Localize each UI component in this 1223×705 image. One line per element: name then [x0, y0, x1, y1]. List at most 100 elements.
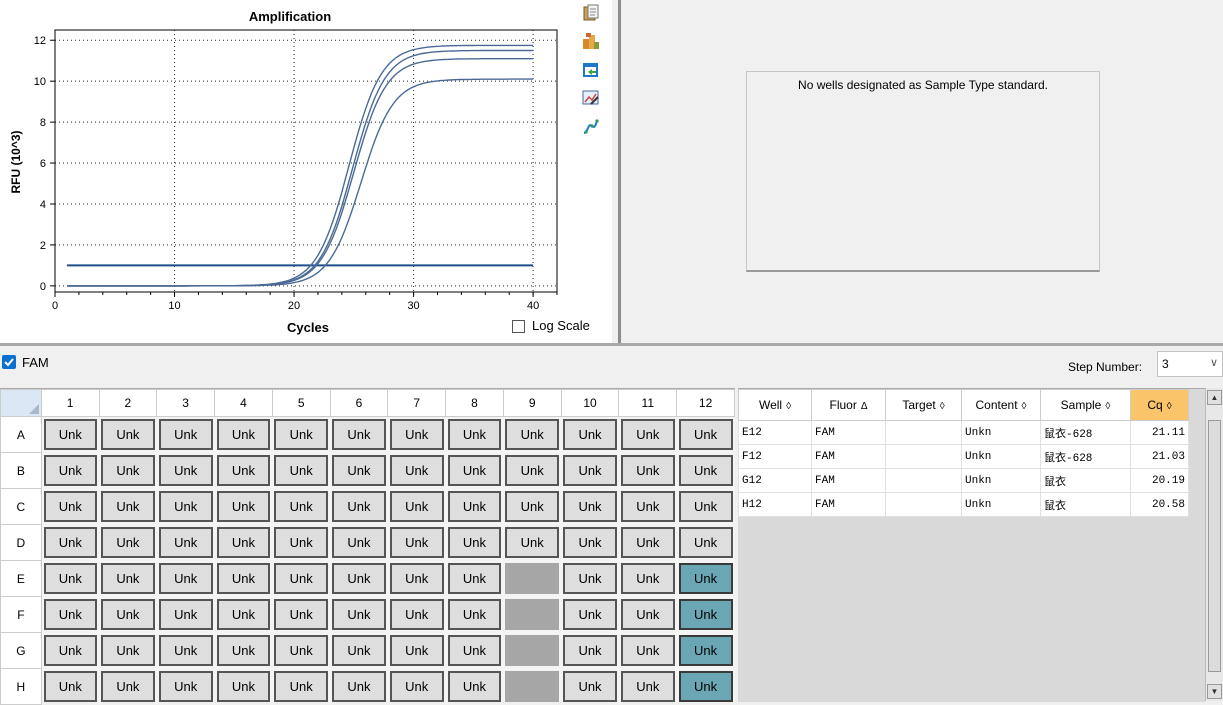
plate-column-header[interactable]: 11 — [618, 389, 678, 417]
plate-well[interactable]: Unk — [43, 599, 97, 630]
plate-well[interactable]: Unk — [332, 455, 386, 486]
plate-well[interactable]: Unk — [43, 635, 97, 666]
plate-well[interactable]: Unk — [332, 527, 386, 558]
plate-well[interactable]: Unk — [158, 527, 213, 558]
plate-well[interactable]: Unk — [101, 671, 155, 702]
plate-well[interactable]: Unk — [158, 563, 213, 594]
plate-well[interactable]: Unk — [389, 455, 444, 486]
plate-well[interactable]: Unk — [505, 491, 560, 522]
plate-well[interactable]: Unk — [332, 599, 386, 630]
plate-well[interactable]: Unk — [332, 671, 386, 702]
plate-well[interactable]: Unk — [447, 491, 502, 522]
empty-well[interactable] — [505, 599, 560, 630]
plate-well[interactable]: Unk — [216, 527, 271, 558]
plate-well[interactable]: Unk — [563, 455, 617, 486]
curve-fit-icon[interactable] — [582, 118, 600, 136]
plate-well[interactable]: Unk — [158, 599, 213, 630]
plate-well[interactable]: Unk — [101, 527, 155, 558]
plate-well[interactable]: Unk — [101, 491, 155, 522]
plate-row-header[interactable]: F — [0, 596, 42, 633]
plate-column-header[interactable]: 9 — [502, 389, 562, 417]
plate-well[interactable]: Unk — [332, 419, 386, 451]
plate-column-header[interactable]: 12 — [676, 389, 735, 417]
export-image-icon[interactable] — [582, 61, 600, 79]
copy-icon[interactable] — [582, 4, 600, 22]
plate-well[interactable]: Unk — [447, 419, 502, 451]
plate-well[interactable]: Unk — [389, 563, 444, 594]
plate-well[interactable]: Unk — [620, 599, 675, 630]
plate-row-header[interactable]: E — [0, 560, 42, 597]
sort-icon[interactable]: ◊ — [786, 401, 791, 412]
plate-well[interactable]: Unk — [332, 491, 386, 522]
column-header-sample[interactable]: Sample ◊ — [1040, 389, 1131, 421]
plate-well[interactable]: Unk — [389, 491, 444, 522]
plate-well[interactable]: Unk — [101, 455, 155, 486]
plate-well[interactable]: Unk — [158, 455, 213, 486]
plate-well[interactable]: Unk — [274, 491, 329, 522]
plate-well[interactable]: Unk — [620, 419, 675, 451]
plate-well[interactable]: Unk — [158, 671, 213, 702]
plate-column-header[interactable]: 8 — [445, 389, 504, 417]
column-header-fluor[interactable]: Fluor Δ — [811, 389, 886, 421]
fam-checkbox[interactable] — [2, 355, 16, 369]
empty-well[interactable] — [505, 671, 560, 702]
plate-well[interactable]: Unk — [43, 527, 97, 558]
plate-well[interactable]: Unk — [274, 563, 329, 594]
plate-well[interactable]: Unk — [447, 635, 502, 666]
plate-well[interactable]: Unk — [216, 563, 271, 594]
empty-well[interactable] — [505, 635, 560, 666]
plate-well[interactable]: Unk — [505, 527, 560, 558]
plate-column-header[interactable]: 1 — [40, 389, 100, 417]
plate-well[interactable]: Unk — [101, 419, 155, 451]
plate-well[interactable]: Unk — [678, 671, 733, 702]
plate-well[interactable]: Unk — [678, 491, 733, 522]
plate-column-header[interactable]: 10 — [560, 389, 620, 417]
plate-well[interactable]: Unk — [158, 491, 213, 522]
plate-row-header[interactable]: G — [0, 632, 42, 669]
plate-well[interactable]: Unk — [216, 455, 271, 486]
plate-well[interactable]: Unk — [620, 527, 675, 558]
chart-settings-icon[interactable] — [582, 89, 600, 107]
plate-well[interactable]: Unk — [274, 671, 329, 702]
plate-column-header[interactable]: 6 — [329, 389, 389, 417]
plate-well[interactable]: Unk — [389, 671, 444, 702]
plate-well[interactable]: Unk — [216, 419, 271, 451]
plate-well[interactable]: Unk — [389, 599, 444, 630]
plate-well[interactable]: Unk — [620, 563, 675, 594]
plate-well[interactable]: Unk — [678, 635, 733, 666]
plate-well[interactable]: Unk — [158, 419, 213, 451]
column-header-target[interactable]: Target ◊ — [885, 389, 962, 421]
table-row[interactable]: F12 FAM Unkn 鼠衣-628 21.03 — [738, 444, 1189, 469]
plate-well[interactable]: Unk — [43, 491, 97, 522]
plate-well[interactable]: Unk — [216, 635, 271, 666]
plate-well[interactable]: Unk — [563, 635, 617, 666]
panel-splitter-vertical[interactable] — [618, 0, 621, 343]
plate-well[interactable]: Unk — [678, 599, 733, 630]
column-header-cq[interactable]: Cq ◊ — [1130, 389, 1189, 421]
plate-row-header[interactable]: B — [0, 452, 42, 489]
scroll-up-icon[interactable]: ▲ — [1207, 390, 1222, 405]
plate-well[interactable]: Unk — [447, 527, 502, 558]
plate-well[interactable]: Unk — [274, 635, 329, 666]
plate-well[interactable]: Unk — [678, 419, 733, 451]
plate-well[interactable]: Unk — [43, 419, 97, 451]
log-scale-checkbox[interactable] — [512, 320, 525, 333]
sort-icon[interactable]: Δ — [861, 401, 868, 412]
plate-well[interactable]: Unk — [216, 599, 271, 630]
plate-well[interactable]: Unk — [389, 419, 444, 451]
plate-well[interactable]: Unk — [101, 563, 155, 594]
sort-icon[interactable]: ◊ — [1022, 401, 1027, 412]
plate-row-header[interactable]: H — [0, 668, 42, 705]
plate-well[interactable]: Unk — [678, 563, 733, 594]
step-number-select[interactable]: 3 ∨ — [1157, 351, 1223, 377]
plate-well[interactable]: Unk — [43, 671, 97, 702]
plate-well[interactable]: Unk — [332, 563, 386, 594]
plate-well[interactable]: Unk — [101, 599, 155, 630]
scroll-thumb[interactable] — [1208, 420, 1221, 672]
plate-well[interactable]: Unk — [274, 599, 329, 630]
plate-well[interactable]: Unk — [274, 419, 329, 451]
plate-column-header[interactable]: 7 — [387, 389, 447, 417]
plate-well[interactable]: Unk — [274, 527, 329, 558]
plate-column-header[interactable]: 2 — [98, 389, 158, 417]
scroll-down-icon[interactable]: ▼ — [1207, 684, 1222, 699]
